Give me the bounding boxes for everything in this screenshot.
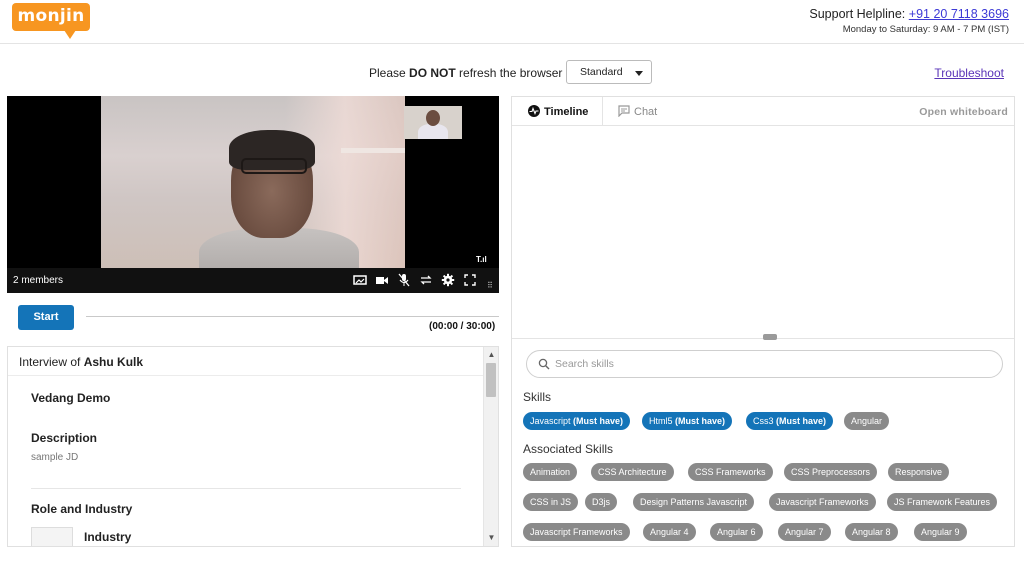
- helpline-phone-link[interactable]: +91 20 7118 3696: [909, 7, 1009, 21]
- pip-person-body: [418, 124, 448, 139]
- fullscreen-icon[interactable]: [463, 273, 477, 287]
- session-timer: (00:00 / 30:00): [429, 321, 496, 332]
- refresh-warning-bold: DO NOT: [409, 66, 456, 80]
- video-quality-value: Standard: [580, 66, 623, 78]
- interview-details: Vedang Demo Description sample JD Role a…: [8, 377, 483, 546]
- search-skills-input[interactable]: [555, 355, 985, 373]
- chat-icon: [618, 105, 630, 117]
- camera-icon[interactable]: [375, 273, 389, 287]
- search-icon: [538, 358, 550, 370]
- self-video-preview[interactable]: [404, 106, 462, 139]
- industry-image: [31, 527, 73, 546]
- chevron-down-icon: [635, 71, 643, 76]
- tab-timeline-label: Timeline: [544, 106, 589, 118]
- skill-name: Html5: [649, 416, 673, 426]
- troubleshoot-link[interactable]: Troubleshoot: [934, 66, 1004, 80]
- skill-tag: (Must have): [573, 416, 624, 426]
- monjin-logo[interactable]: monjin: [12, 3, 92, 39]
- info-scrollbar[interactable]: ▲ ▼: [483, 347, 498, 546]
- helpline-hours: Monday to Saturday: 9 AM - 7 PM (IST): [842, 24, 1009, 35]
- associated-skills-title: Associated Skills: [523, 442, 614, 456]
- signal-strength-icon: T.ıl: [476, 255, 487, 264]
- skill-chip[interactable]: Html5 (Must have): [642, 412, 733, 430]
- skills-title: Skills: [523, 390, 552, 404]
- skill-chip[interactable]: Angular: [844, 412, 890, 430]
- skill-tag: (Must have): [675, 416, 726, 426]
- panel-tabs: Timeline Chat Open whiteboard: [512, 97, 1014, 126]
- scroll-down-icon[interactable]: ▼: [484, 531, 498, 545]
- description-value: sample JD: [31, 452, 79, 463]
- refresh-warning-pre: Please: [369, 66, 410, 80]
- interview-title-prefix: Interview of: [19, 355, 84, 369]
- associated-skill-chip[interactable]: JS Framework Features: [887, 493, 998, 511]
- associated-skill-chip[interactable]: Angular 6: [710, 523, 763, 541]
- associated-skill-chip[interactable]: Animation: [523, 463, 578, 481]
- video-background-detail: [341, 148, 405, 153]
- skill-name: Javascript: [530, 416, 571, 426]
- associated-skill-chip[interactable]: Javascript Frameworks: [769, 493, 876, 511]
- support-helpline: Support Helpline: +91 20 7118 3696 Monda…: [809, 7, 1009, 35]
- person-glasses: [241, 158, 307, 174]
- video-controls: [353, 273, 477, 287]
- screen-share-icon[interactable]: [353, 273, 367, 287]
- video-control-bar: 2 members ⠿: [7, 268, 499, 293]
- associated-skill-chip[interactable]: Angular 9: [914, 523, 967, 541]
- resize-grip-icon[interactable]: ⠿: [487, 281, 497, 291]
- timeline-chat-panel: Timeline Chat Open whiteboard Skills Jav…: [511, 96, 1015, 547]
- interview-info-panel: Interview of Ashu Kulk Vedang Demo Descr…: [7, 346, 499, 547]
- associated-skill-chip[interactable]: CSS Frameworks: [688, 463, 773, 481]
- top-header: monjin Support Helpline: +91 20 7118 369…: [0, 0, 1024, 44]
- skill-chip[interactable]: Javascript (Must have): [523, 412, 631, 430]
- timeline-icon: [528, 105, 540, 117]
- company-name: Vedang Demo: [31, 391, 111, 405]
- refresh-warning-post: refresh the browser: [455, 66, 563, 80]
- interview-title: Interview of Ashu Kulk: [8, 347, 483, 376]
- mic-muted-icon[interactable]: [397, 273, 411, 287]
- associated-skill-chip[interactable]: Responsive: [888, 463, 950, 481]
- role-industry-label: Role and Industry: [31, 502, 133, 516]
- start-interview-button[interactable]: Start: [18, 305, 74, 330]
- associated-skill-chip[interactable]: Angular 8: [845, 523, 898, 541]
- scroll-thumb[interactable]: [486, 363, 496, 397]
- remote-video-feed: [101, 96, 405, 268]
- divider: [31, 488, 461, 489]
- scroll-up-icon[interactable]: ▲: [484, 348, 498, 362]
- skill-search[interactable]: [526, 350, 1003, 378]
- skill-name: Css3: [753, 416, 774, 426]
- description-label: Description: [31, 431, 98, 445]
- associated-skill-chip[interactable]: D3js: [585, 493, 618, 511]
- tab-timeline[interactable]: Timeline: [512, 97, 603, 126]
- skill-chip[interactable]: Css3 (Must have): [746, 412, 834, 430]
- splitter-handle[interactable]: [763, 334, 777, 340]
- helpline-label: Support Helpline:: [809, 7, 906, 21]
- video-quality-select[interactable]: Standard: [566, 60, 652, 84]
- refresh-warning: Please DO NOT refresh the browser: [369, 66, 562, 80]
- session-progress-track: [86, 316, 499, 317]
- logo-text: monjin: [12, 3, 90, 31]
- pip-person-head: [426, 110, 440, 126]
- timeline-content: [512, 127, 1014, 338]
- session-toolbar: Please DO NOT refresh the browser Standa…: [0, 59, 1024, 87]
- open-whiteboard-button[interactable]: Open whiteboard: [919, 106, 1008, 118]
- associated-skill-chip[interactable]: CSS Preprocessors: [784, 463, 878, 481]
- members-count: 2 members: [13, 275, 64, 286]
- skill-tag: (Must have): [776, 416, 827, 426]
- associated-skill-chip[interactable]: CSS Architecture: [591, 463, 674, 481]
- associated-skill-chip[interactable]: Angular 7: [778, 523, 831, 541]
- skill-name: Angular: [851, 416, 883, 426]
- tab-chat[interactable]: Chat: [618, 97, 678, 126]
- associated-skill-chip[interactable]: CSS in JS: [523, 493, 579, 511]
- video-panel[interactable]: T.ıl 2 members ⠿: [7, 96, 499, 293]
- settings-icon[interactable]: [441, 273, 455, 287]
- associated-skill-chip[interactable]: Javascript Frameworks: [523, 523, 630, 541]
- associated-skill-chip[interactable]: Design Patterns Javascript: [633, 493, 755, 511]
- logo-speech-tail: [64, 30, 76, 39]
- tab-chat-label: Chat: [634, 106, 658, 118]
- associated-skill-chip[interactable]: Angular 4: [643, 523, 696, 541]
- switch-icon[interactable]: [419, 273, 433, 287]
- industry-label: Industry: [84, 530, 132, 544]
- candidate-name: Ashu Kulk: [83, 355, 144, 369]
